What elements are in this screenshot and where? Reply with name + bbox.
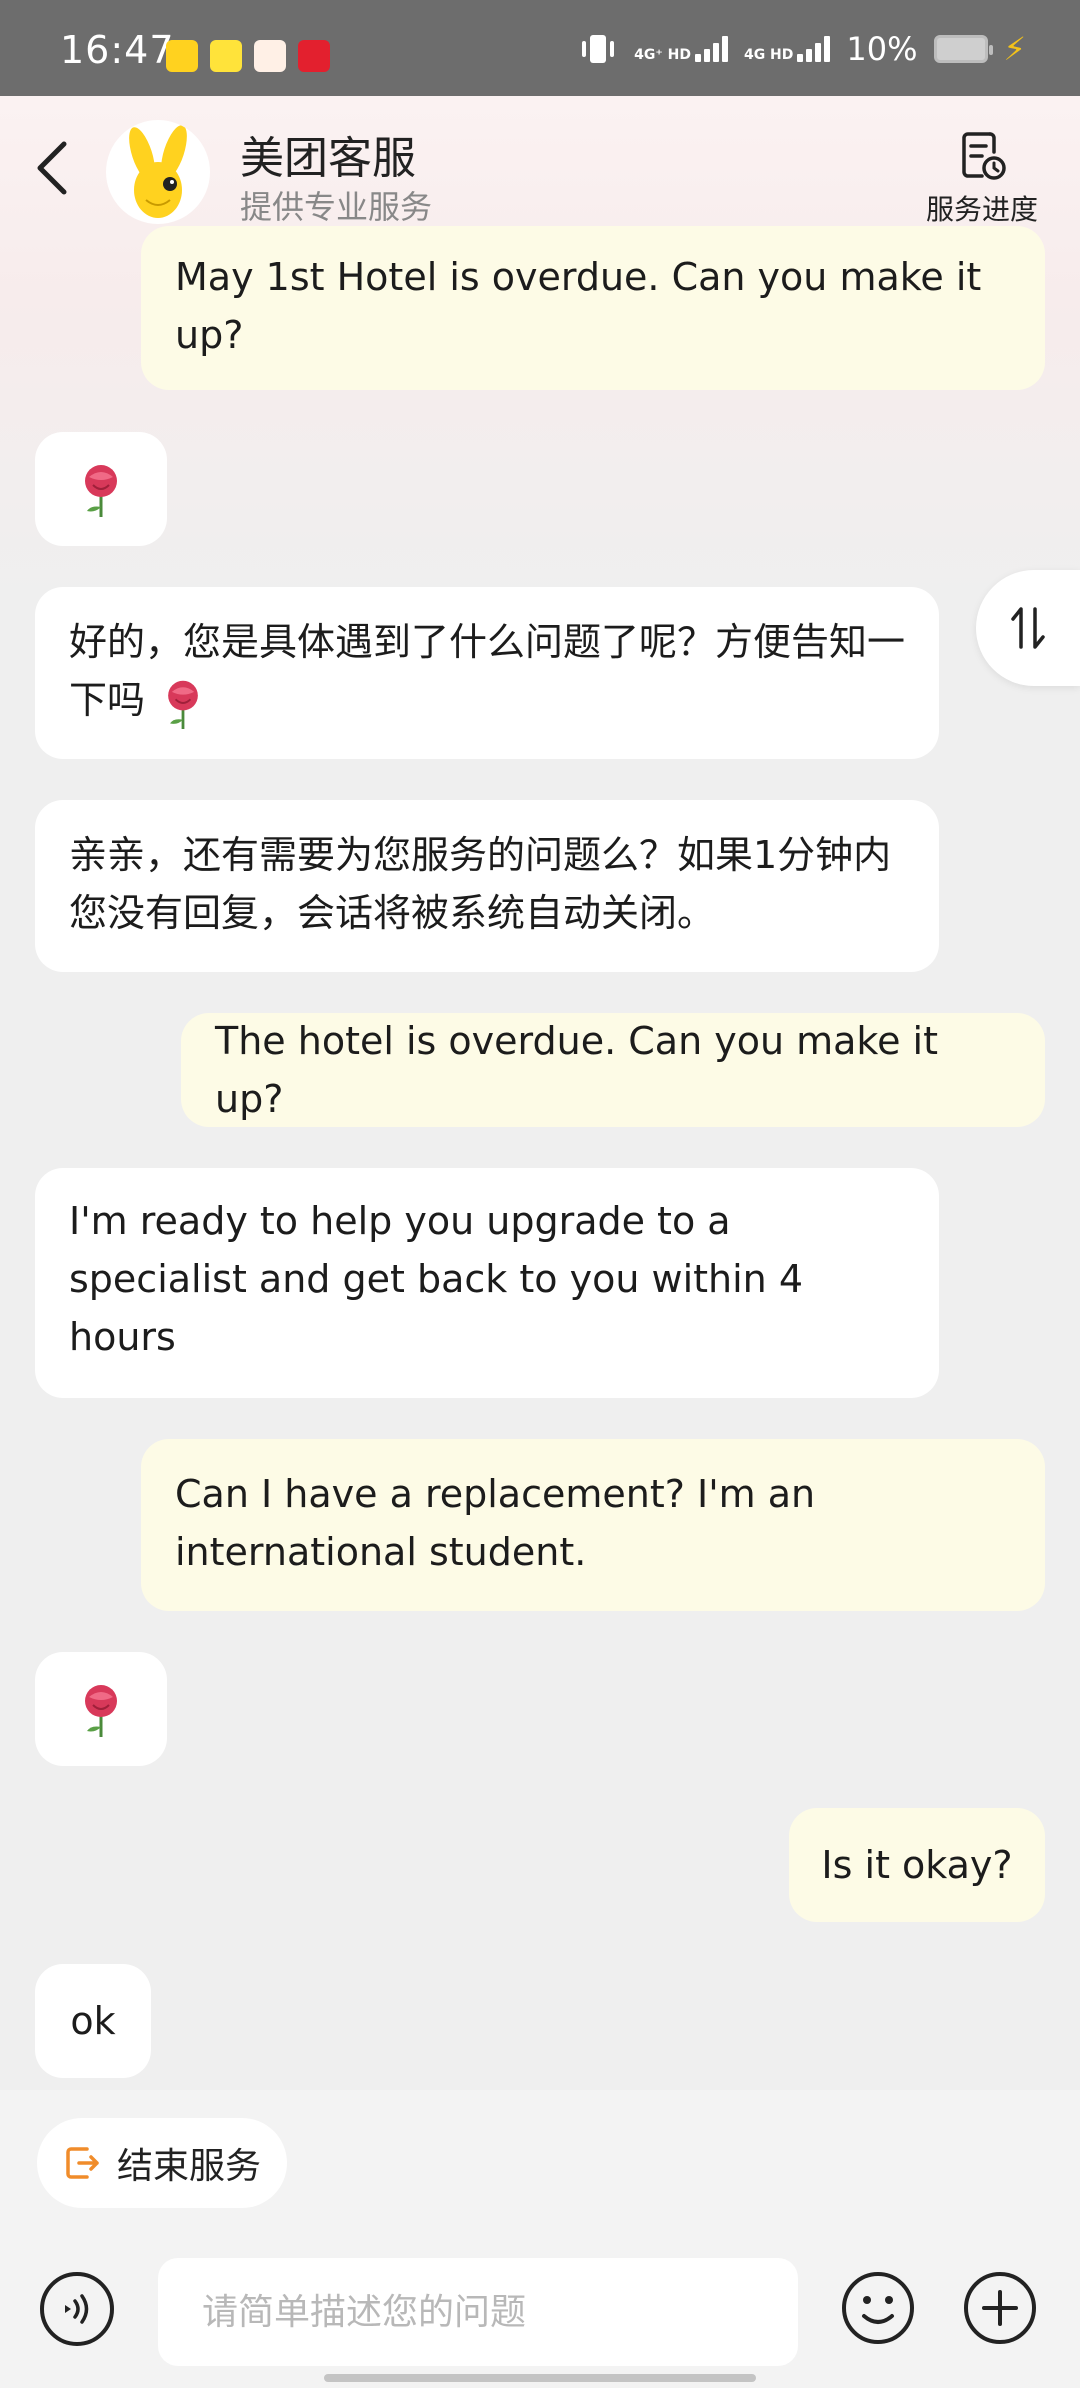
charging-icon: ⚡ bbox=[1003, 30, 1026, 68]
voice-input-button[interactable] bbox=[40, 2272, 114, 2346]
message-text: May 1st Hotel is overdue. Can you make i… bbox=[175, 255, 982, 357]
message-text: 亲亲，还有需要为您服务的问题么？如果1分钟内您没有回复，会话将被系统自动关闭。 bbox=[69, 833, 892, 935]
screen: 16:47 4G⁺ HD 4G HD 10% ⚡ 美团客服 提供专业服务 服务进… bbox=[0, 0, 1080, 2388]
signal-icon-1 bbox=[694, 36, 728, 62]
exit-icon bbox=[66, 2147, 99, 2179]
plus-icon[interactable] bbox=[962, 2270, 1038, 2346]
service-progress-label: 服务进度 bbox=[925, 193, 1038, 226]
back-icon[interactable] bbox=[30, 138, 78, 198]
network-type-1: 4G⁺ HD bbox=[634, 47, 691, 63]
rose-emoji-icon bbox=[85, 465, 117, 517]
message-text: I'm ready to help you upgrade to a speci… bbox=[69, 1199, 804, 1359]
rose-emoji-icon bbox=[168, 680, 198, 729]
emoji-icon[interactable] bbox=[840, 2270, 916, 2346]
xianyu-notification-icon bbox=[210, 40, 242, 72]
battery-icon bbox=[933, 35, 993, 63]
meituan-notification-icon bbox=[166, 40, 198, 72]
message-agent: I'm ready to help you upgrade to a speci… bbox=[35, 1168, 939, 1398]
voice-icon bbox=[65, 2294, 89, 2324]
message-text: Can I have a replacement? I'm an interna… bbox=[175, 1472, 816, 1574]
status-right: 4G⁺ HD 4G HD 10% ⚡ bbox=[578, 30, 1026, 68]
end-service-label: 结束服务 bbox=[117, 2146, 262, 2187]
message-text: The hotel is overdue. Can you make it up… bbox=[215, 1019, 939, 1121]
battery-percent: 10% bbox=[846, 30, 918, 68]
service-progress-icon bbox=[962, 132, 1006, 180]
message-agent bbox=[35, 1652, 167, 1766]
message-agent: 好的，您是具体遇到了什么问题了呢？方便告知一下吗 bbox=[35, 587, 939, 759]
rose-emoji-icon bbox=[85, 1685, 117, 1737]
chat-header: 美团客服 提供专业服务 服务进度 bbox=[0, 96, 1080, 246]
message-agent: ok bbox=[35, 1964, 151, 2078]
message-agent bbox=[35, 432, 167, 546]
message-user: Can I have a replacement? I'm an interna… bbox=[141, 1439, 1045, 1611]
status-time: 16:47 bbox=[60, 28, 175, 72]
notification-icons bbox=[166, 40, 330, 72]
message-input[interactable] bbox=[158, 2258, 798, 2366]
signal-icon-2 bbox=[797, 36, 831, 62]
network-type-2: 4G HD bbox=[743, 47, 794, 63]
message-user: The hotel is overdue. Can you make it up… bbox=[181, 1013, 1045, 1127]
vibrate-icon bbox=[582, 35, 615, 63]
home-indicator[interactable] bbox=[324, 2374, 756, 2382]
message-text: Is it okay? bbox=[821, 1843, 1013, 1887]
page-title: 美团客服 bbox=[240, 133, 416, 184]
tmall-notification-icon bbox=[298, 40, 330, 72]
message-user: May 1st Hotel is overdue. Can you make i… bbox=[141, 226, 1045, 390]
message-user: Is it okay? bbox=[789, 1808, 1045, 1922]
swap-arrows-icon bbox=[1011, 607, 1045, 649]
status-bar: 16:47 4G⁺ HD 4G HD 10% ⚡ bbox=[0, 0, 1080, 96]
scroll-toggle-button[interactable] bbox=[976, 570, 1080, 686]
kangaroo-mascot-icon bbox=[129, 125, 187, 218]
avatar bbox=[106, 120, 210, 224]
page-subtitle: 提供专业服务 bbox=[240, 188, 433, 226]
message-agent: 亲亲，还有需要为您服务的问题么？如果1分钟内您没有回复，会话将被系统自动关闭。 bbox=[35, 800, 939, 972]
message-text: ok bbox=[70, 1999, 116, 2043]
taobao-notification-icon bbox=[254, 40, 286, 72]
service-progress-button[interactable]: 服务进度 bbox=[922, 126, 1042, 228]
end-service-button[interactable]: 结束服务 bbox=[37, 2118, 288, 2208]
bottom-area: 结束服务 bbox=[0, 2090, 1080, 2388]
